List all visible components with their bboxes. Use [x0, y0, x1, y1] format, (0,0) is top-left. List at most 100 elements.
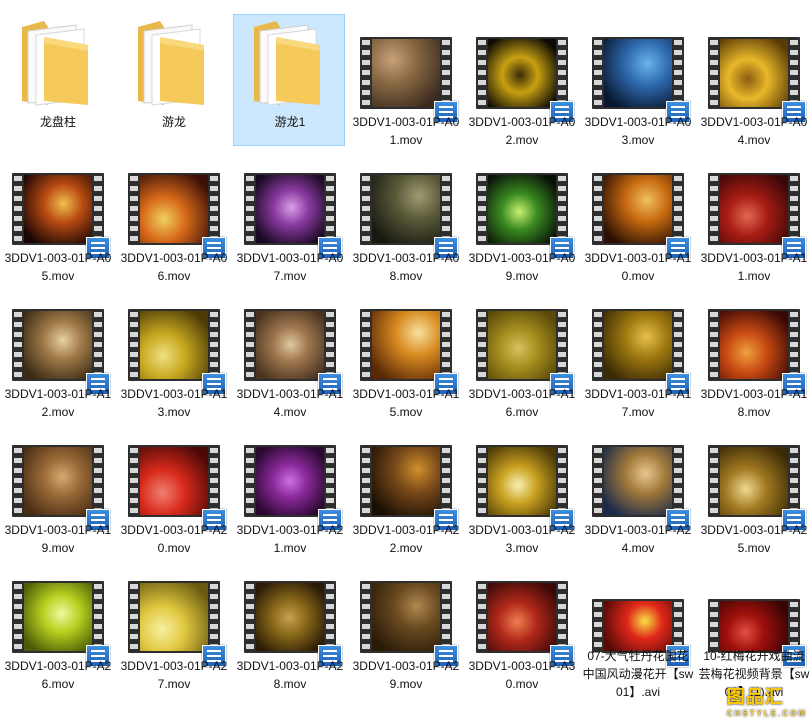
video-frame-preview — [372, 175, 440, 243]
video-frame-preview — [604, 311, 672, 379]
video-thumbnail — [592, 173, 690, 259]
video-file-item[interactable]: 3DDV1-003-01P-A07.mov — [233, 150, 345, 283]
film-strip-icon — [360, 581, 452, 653]
video-file-item[interactable]: 3DDV1-003-01P-A03.mov — [581, 14, 693, 147]
video-frame-preview — [24, 447, 92, 515]
film-strip-icon — [128, 581, 220, 653]
video-frame-preview — [372, 39, 440, 107]
video-file-item[interactable]: 3DDV1-003-01P-A01.mov — [349, 14, 461, 147]
film-strip-icon — [128, 445, 220, 517]
video-file-item[interactable]: 3DDV1-003-01P-A17.mov — [581, 286, 693, 419]
video-file-item[interactable]: 07-大气牡丹花国花中国风动漫花开【sw01】.avi — [581, 558, 693, 699]
video-file-item[interactable]: 3DDV1-003-01P-A27.mov — [117, 558, 229, 691]
folder-item[interactable]: 游龙 — [117, 14, 229, 146]
video-frame-preview — [488, 583, 556, 651]
video-file-item[interactable]: 3DDV1-003-01P-A05.mov — [1, 150, 113, 283]
file-name-label: 3DDV1-003-01P-A02.mov — [468, 115, 576, 147]
video-thumbnail — [128, 309, 226, 395]
video-frame-preview — [720, 39, 788, 107]
video-file-item[interactable]: 3DDV1-003-01P-A15.mov — [349, 286, 461, 419]
film-strip-icon — [592, 37, 684, 109]
watermark: 图品汇 CHSTYLE.COM — [726, 687, 807, 718]
video-file-item[interactable]: 3DDV1-003-01P-A02.mov — [465, 14, 577, 147]
file-name-label: 3DDV1-003-01P-A17.mov — [584, 387, 692, 419]
video-file-item[interactable]: 3DDV1-003-01P-A11.mov — [697, 150, 809, 283]
file-name-label: 3DDV1-003-01P-A05.mov — [4, 251, 112, 283]
video-file-item[interactable]: 3DDV1-003-01P-A16.mov — [465, 286, 577, 419]
file-name-label: 游龙1 — [274, 115, 306, 129]
film-strip-icon — [592, 309, 684, 381]
film-strip-icon — [708, 173, 800, 245]
video-file-item[interactable]: 3DDV1-003-01P-A20.mov — [117, 422, 229, 555]
film-strip-icon — [476, 37, 568, 109]
file-name-label: 3DDV1-003-01P-A24.mov — [584, 523, 692, 555]
film-strip-icon — [476, 581, 568, 653]
video-file-item[interactable]: 3DDV1-003-01P-A25.mov — [697, 422, 809, 555]
video-thumbnail — [360, 173, 458, 259]
video-frame-preview — [604, 175, 672, 243]
video-frame-preview — [140, 311, 208, 379]
video-file-item[interactable]: 3DDV1-003-01P-A14.mov — [233, 286, 345, 419]
video-file-item[interactable]: 3DDV1-003-01P-A18.mov — [697, 286, 809, 419]
video-file-item[interactable]: 3DDV1-003-01P-A09.mov — [465, 150, 577, 283]
video-file-item[interactable]: 3DDV1-003-01P-A08.mov — [349, 150, 461, 283]
video-frame-preview — [24, 311, 92, 379]
file-name-label: 3DDV1-003-01P-A14.mov — [236, 387, 344, 419]
video-file-item[interactable]: 3DDV1-003-01P-A12.mov — [1, 286, 113, 419]
video-thumbnail — [128, 445, 226, 531]
video-thumbnail — [708, 309, 806, 395]
video-file-item[interactable]: 3DDV1-003-01P-A29.mov — [349, 558, 461, 691]
video-file-item[interactable]: 3DDV1-003-01P-A10.mov — [581, 150, 693, 283]
file-name-label: 3DDV1-003-01P-A11.mov — [700, 251, 808, 283]
video-thumbnail — [244, 445, 342, 531]
video-frame-preview — [372, 311, 440, 379]
video-frame-preview — [488, 311, 556, 379]
video-file-item[interactable]: 3DDV1-003-01P-A28.mov — [233, 558, 345, 691]
folder-icon — [250, 17, 326, 109]
file-name-label: 3DDV1-003-01P-A12.mov — [4, 387, 112, 419]
video-file-item[interactable]: 3DDV1-003-01P-A04.mov — [697, 14, 809, 147]
file-name-label: 3DDV1-003-01P-A21.mov — [236, 523, 344, 555]
video-frame-preview — [256, 583, 324, 651]
video-file-item[interactable]: 10-红梅花开戏曲流芸梅花视频背景【sw01】(1).avi — [697, 558, 809, 699]
video-frame-preview — [372, 583, 440, 651]
video-thumbnail — [244, 581, 342, 667]
file-grid: 龙盘柱 游龙 游龙1 3DDV1-003-01P-A01.mov 3DDV1-003-0… — [0, 0, 811, 720]
film-strip-icon — [592, 173, 684, 245]
video-frame-preview — [720, 447, 788, 515]
folder-item[interactable]: 游龙1 — [233, 14, 345, 146]
video-frame-preview — [488, 39, 556, 107]
video-thumbnail — [12, 173, 110, 259]
film-strip-icon — [360, 173, 452, 245]
file-name-label: 3DDV1-003-01P-A16.mov — [468, 387, 576, 419]
video-file-item[interactable]: 3DDV1-003-01P-A06.mov — [117, 150, 229, 283]
folder-item[interactable]: 龙盘柱 — [1, 14, 113, 146]
video-thumbnail — [592, 445, 690, 531]
video-file-item[interactable]: 3DDV1-003-01P-A21.mov — [233, 422, 345, 555]
video-file-item[interactable]: 3DDV1-003-01P-A19.mov — [1, 422, 113, 555]
video-thumbnail — [476, 173, 574, 259]
video-thumbnail — [128, 173, 226, 259]
film-strip-icon — [128, 309, 220, 381]
file-name-label: 3DDV1-003-01P-A25.mov — [700, 523, 808, 555]
folder-icon — [18, 17, 94, 109]
file-name-label: 3DDV1-003-01P-A01.mov — [352, 115, 460, 147]
video-file-item[interactable]: 3DDV1-003-01P-A13.mov — [117, 286, 229, 419]
video-thumbnail — [360, 37, 458, 123]
film-strip-icon — [244, 173, 336, 245]
film-strip-icon — [244, 581, 336, 653]
file-name-label: 3DDV1-003-01P-A18.mov — [700, 387, 808, 419]
film-strip-icon — [12, 445, 104, 517]
video-thumbnail — [592, 37, 690, 123]
film-strip-icon — [360, 37, 452, 109]
film-strip-icon — [476, 173, 568, 245]
video-thumbnail — [476, 309, 574, 395]
video-file-item[interactable]: 3DDV1-003-01P-A26.mov — [1, 558, 113, 691]
film-strip-icon — [360, 445, 452, 517]
video-file-item[interactable]: 3DDV1-003-01P-A24.mov — [581, 422, 693, 555]
video-file-item[interactable]: 3DDV1-003-01P-A30.mov — [465, 558, 577, 691]
video-file-item[interactable]: 3DDV1-003-01P-A23.mov — [465, 422, 577, 555]
video-file-item[interactable]: 3DDV1-003-01P-A22.mov — [349, 422, 461, 555]
file-name-label: 3DDV1-003-01P-A23.mov — [468, 523, 576, 555]
file-name-label: 3DDV1-003-01P-A03.mov — [584, 115, 692, 147]
